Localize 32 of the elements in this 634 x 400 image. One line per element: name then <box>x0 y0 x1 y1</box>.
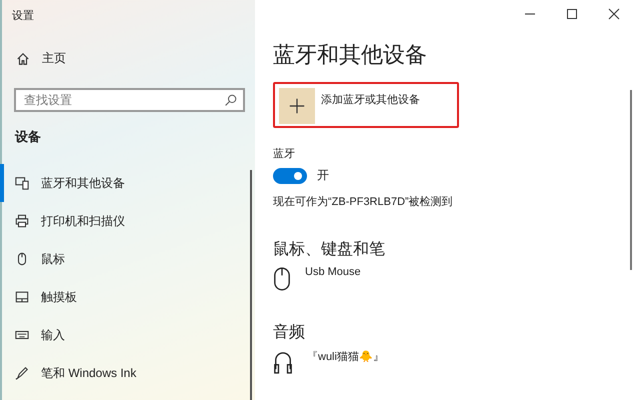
mouse-icon <box>15 252 29 266</box>
section-heading: 音频 <box>273 322 306 343</box>
add-device-button[interactable]: 添加蓝牙或其他设备 <box>273 82 459 128</box>
discoverable-text: 现在可作为“ZB-PF3RLB7D”被检测到 <box>273 195 454 209</box>
maximize-button[interactable] <box>566 8 578 20</box>
mouse-icon <box>273 266 291 292</box>
devices-icon <box>15 176 29 190</box>
device-name[interactable]: Usb Mouse <box>305 266 361 278</box>
sidebar-item[interactable]: 笔和 Windows Ink <box>0 354 255 392</box>
search-field[interactable]: 查找设置 <box>14 88 245 112</box>
keyboard-icon <box>15 328 29 342</box>
home-link[interactable]: 主页 <box>2 50 255 67</box>
sidebar-item[interactable]: 鼠标 <box>0 240 255 278</box>
section-heading: 设备 <box>14 128 42 146</box>
headphones-icon <box>273 349 293 375</box>
toggle-state-text: 开 <box>317 167 329 184</box>
plus-icon <box>279 88 315 124</box>
bluetooth-label: 蓝牙 <box>273 147 296 161</box>
printer-icon <box>15 214 29 228</box>
section-heading: 鼠标、键盘和笔 <box>273 240 386 260</box>
device-name[interactable]: 『wuli猫猫🐥』 <box>307 349 384 364</box>
page-title: 蓝牙和其他设备 <box>273 41 428 69</box>
bluetooth-toggle[interactable] <box>273 168 307 184</box>
sidebar-item[interactable]: 打印机和扫描仪 <box>0 202 255 240</box>
home-icon <box>16 52 30 66</box>
sidebar-item[interactable]: 触摸板 <box>0 278 255 316</box>
window-title: 设置 <box>11 9 35 23</box>
search-icon <box>224 94 237 107</box>
pen-icon <box>15 366 29 380</box>
touchpad-icon <box>15 290 29 304</box>
close-button[interactable] <box>608 8 620 20</box>
sidebar-item[interactable]: 输入 <box>0 316 255 354</box>
